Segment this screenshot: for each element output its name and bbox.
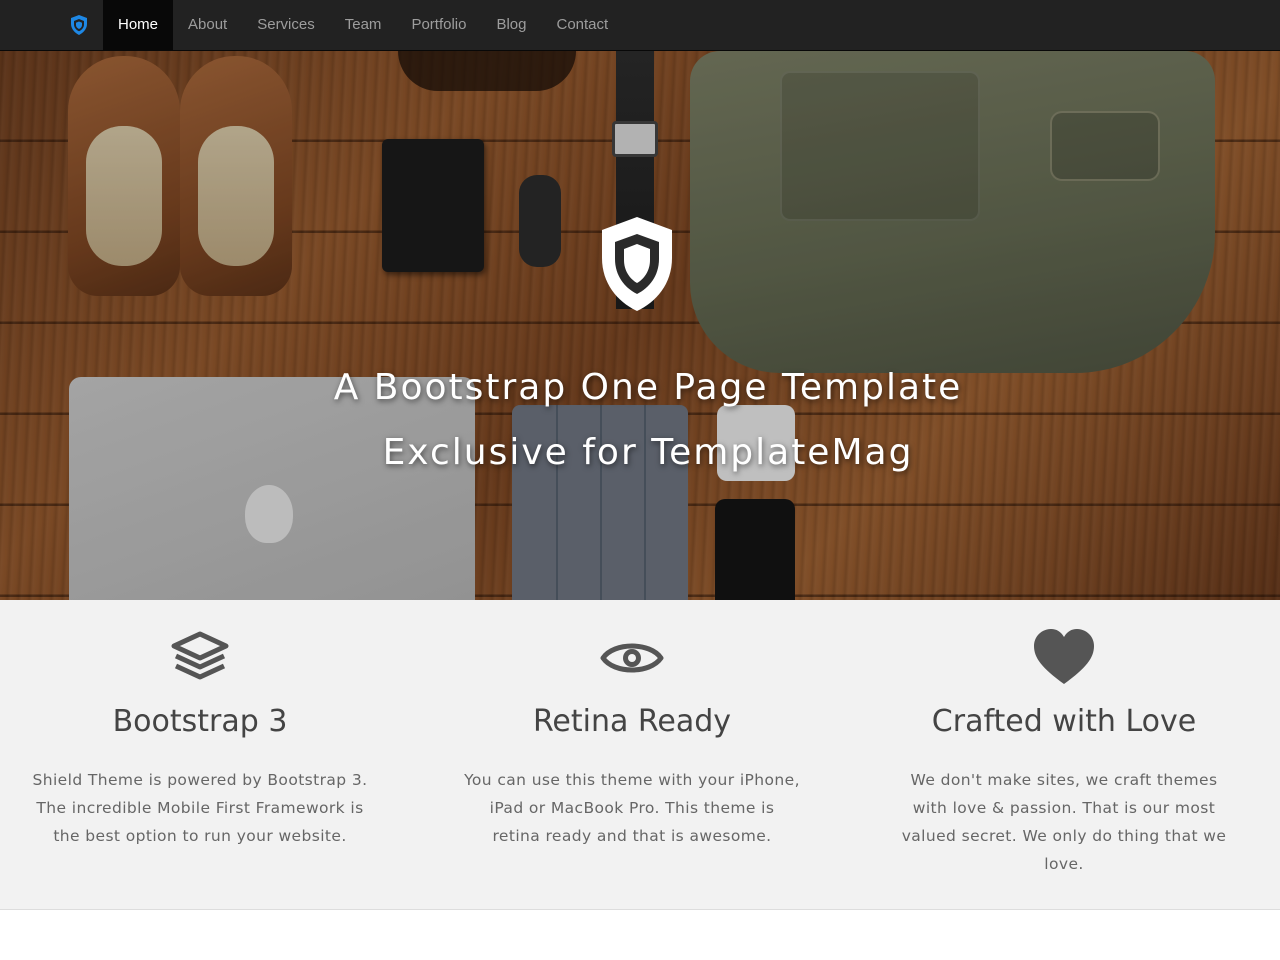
nav-item-portfolio[interactable]: Portfolio bbox=[396, 0, 481, 50]
main-nav: Home About Services Team Portfolio Blog … bbox=[103, 0, 623, 50]
hero-title-line2: Exclusive for TemplateMag bbox=[382, 432, 914, 473]
navbar: Home About Services Team Portfolio Blog … bbox=[0, 0, 1280, 51]
hero-title-line1: A Bootstrap One Page Template bbox=[333, 367, 963, 408]
nav-item-blog[interactable]: Blog bbox=[481, 0, 541, 50]
shield-icon[interactable] bbox=[69, 14, 89, 36]
nav-item-services[interactable]: Services bbox=[242, 0, 330, 50]
hero-overlay bbox=[0, 51, 1280, 600]
feature-title: Crafted with Love bbox=[931, 704, 1197, 739]
nav-item-about[interactable]: About bbox=[173, 0, 242, 50]
eye-icon bbox=[600, 643, 664, 673]
feature-text: Shield Theme is powered by Bootstrap 3. … bbox=[32, 771, 368, 845]
nav-item-team[interactable]: Team bbox=[330, 0, 397, 50]
heart-icon bbox=[1034, 629, 1094, 684]
nav-item-contact[interactable]: Contact bbox=[542, 0, 624, 50]
feature-title: Retina Ready bbox=[532, 704, 732, 739]
hero-section: A Bootstrap One Page Template Exclusive … bbox=[0, 51, 1280, 600]
features-section: Bootstrap 3 Shield Theme is powered by B… bbox=[0, 600, 1280, 910]
layers-icon bbox=[171, 631, 229, 680]
nav-item-home[interactable]: Home bbox=[103, 0, 174, 50]
feature-title: Bootstrap 3 bbox=[112, 704, 288, 739]
feature-text: You can use this theme with your iPhone,… bbox=[464, 771, 800, 845]
shield-icon bbox=[602, 217, 672, 311]
feature-text: We don't make sites, we craft themes wit… bbox=[901, 771, 1227, 873]
